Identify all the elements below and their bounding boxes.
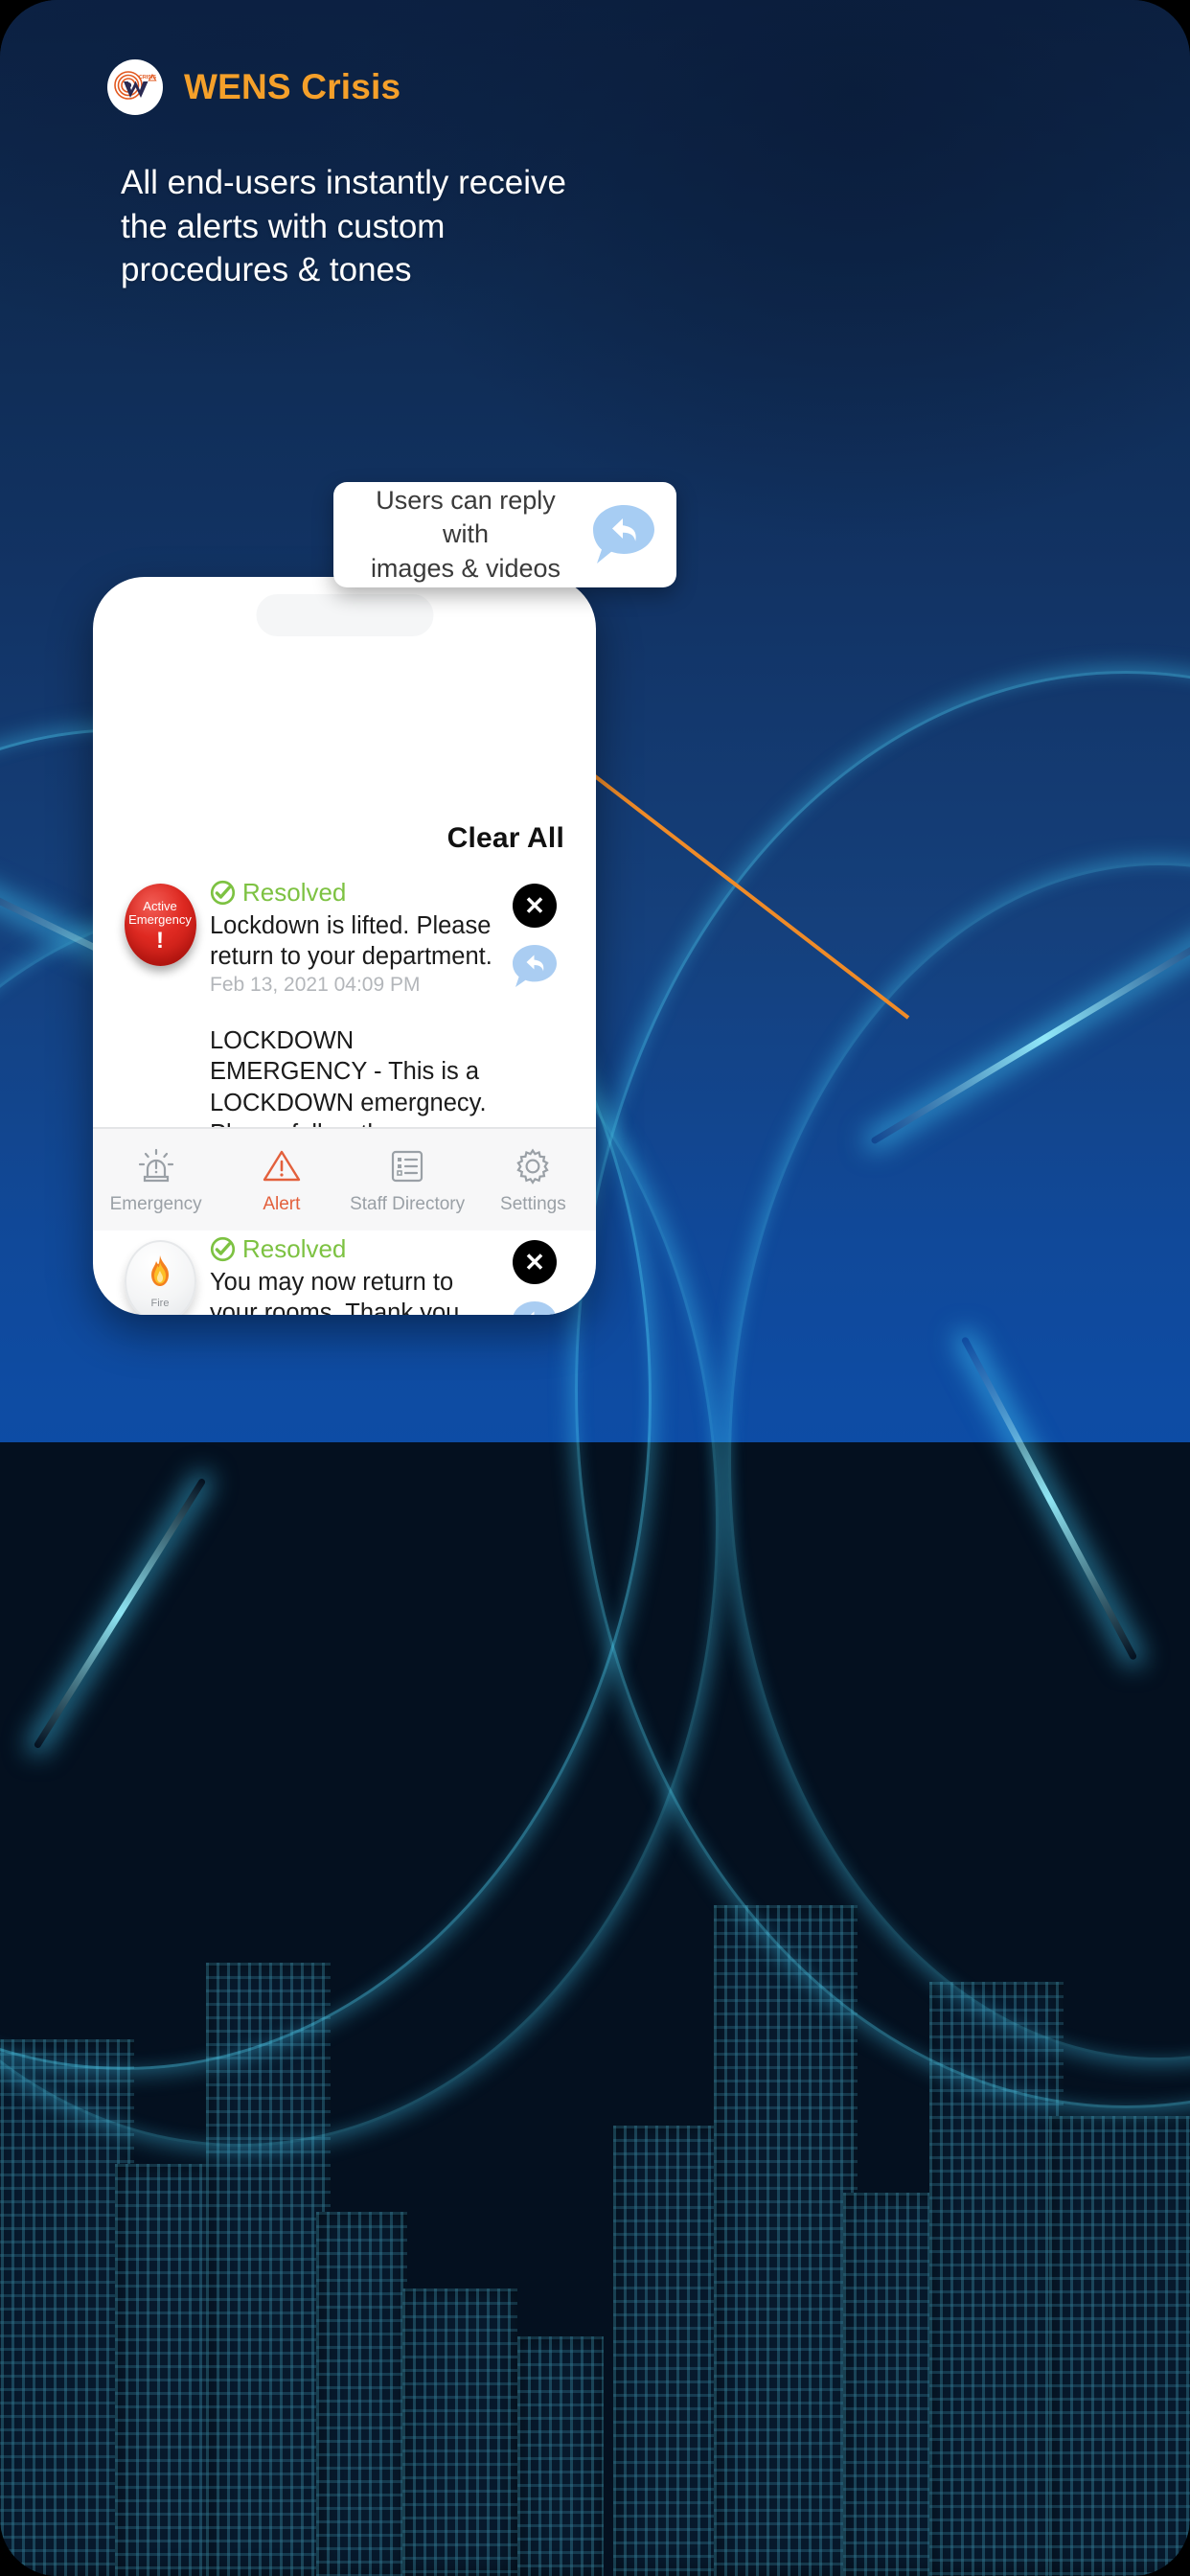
tab-alert[interactable]: Alert — [218, 1145, 344, 1215]
alert-list[interactable]: Active Emergency ! Resolved Lockdown is … — [93, 874, 596, 1315]
status-label: Resolved — [242, 1233, 347, 1263]
bottom-tab-bar[interactable]: Emergency Alert Staff Directory Settings — [93, 1127, 596, 1230]
badge-line-1: Active — [143, 899, 177, 914]
page-headline: All end-users instantly receive the aler… — [121, 164, 566, 288]
tab-label: Alert — [263, 1193, 301, 1214]
clear-all-button[interactable]: Clear All — [447, 822, 564, 855]
reply-icon[interactable] — [511, 1300, 559, 1315]
phone-mockup: Clear All Active Emergency ! Resolved Lo… — [93, 577, 596, 1315]
status-label: Resolved — [242, 878, 347, 907]
alert-badge: Fire — [120, 1230, 200, 1315]
wens-crisis-logo-icon: CRISIS — [107, 59, 163, 115]
app-screenshot: CRISIS WENS Crisis All end-users instant… — [0, 0, 1190, 2576]
badge-mark: ! — [156, 927, 164, 954]
active-emergency-badge-icon: Active Emergency ! — [124, 884, 196, 966]
close-icon[interactable]: ✕ — [513, 884, 557, 928]
callout-text: Users can reply with images & videos — [355, 484, 577, 585]
brand: CRISIS WENS Crisis — [0, 59, 1190, 115]
header: CRISIS WENS Crisis All end-users instant… — [0, 0, 1190, 292]
close-icon[interactable]: ✕ — [513, 1239, 557, 1284]
alert-message: You may now return to your rooms. Thank … — [210, 1268, 460, 1315]
warning-triangle-icon — [263, 1150, 301, 1181]
reply-bubble-icon — [590, 503, 657, 566]
tab-settings[interactable]: Settings — [470, 1145, 596, 1215]
flame-icon — [151, 1254, 169, 1286]
alert-timestamp: Feb 13, 2021 04:09 PM — [210, 974, 421, 997]
check-circle-icon — [210, 880, 236, 906]
alert-message: Lockdown is lifted. Please return to you… — [210, 912, 492, 971]
siren-icon — [138, 1148, 173, 1182]
callout-tooltip: Users can reply with images & videos — [333, 482, 676, 587]
tab-label: Settings — [500, 1193, 566, 1214]
tab-staff-directory[interactable]: Staff Directory — [345, 1145, 470, 1215]
list-icon — [392, 1150, 423, 1182]
reply-icon[interactable] — [511, 943, 559, 989]
fire-badge-icon: Fire — [124, 1239, 196, 1315]
badge-line-2: Emergency — [128, 911, 192, 927]
gear-icon — [516, 1148, 550, 1184]
brand-name: WENS Crisis — [184, 67, 401, 106]
callout-line-2: images & videos — [370, 553, 561, 583]
tab-emergency[interactable]: Emergency — [93, 1145, 218, 1215]
list-item[interactable]: Fire Resolved You may now return to your… — [93, 1230, 596, 1315]
alert-badge: Active Emergency ! — [120, 874, 200, 966]
check-circle-icon — [210, 1236, 236, 1261]
callout-line-1: Users can reply with — [376, 486, 556, 549]
badge-caption: Fire — [150, 1297, 170, 1309]
tab-label: Staff Directory — [350, 1193, 466, 1214]
status-badge: Resolved — [210, 878, 500, 908]
status-badge: Resolved — [210, 1234, 500, 1264]
tab-label: Emergency — [109, 1193, 202, 1214]
